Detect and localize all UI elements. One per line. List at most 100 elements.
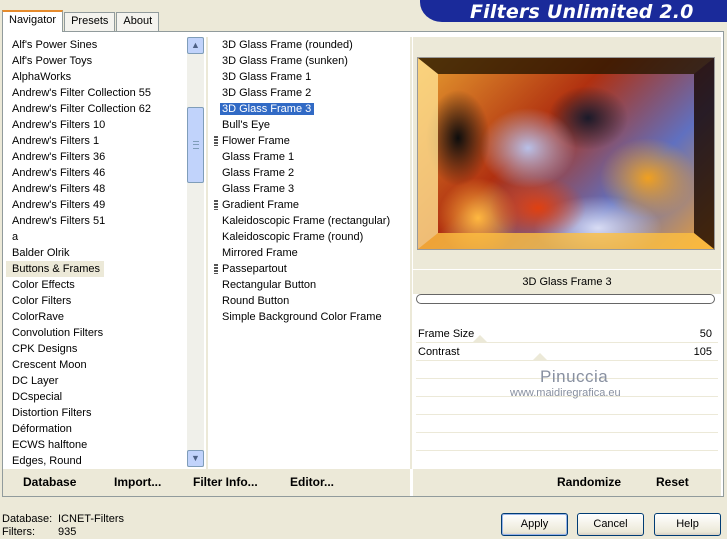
category-label: Andrew's Filter Collection 55 xyxy=(12,87,152,99)
submenu-marker-icon xyxy=(214,200,218,210)
param-contrast[interactable]: Contrast 105 xyxy=(416,344,718,361)
filter-item[interactable]: Flower Frame xyxy=(214,133,408,149)
filter-item[interactable]: 3D Glass Frame 1 xyxy=(214,69,408,85)
slider-thumb-icon[interactable] xyxy=(472,335,488,343)
apply-button[interactable]: Apply xyxy=(501,513,568,536)
tab-about[interactable]: About xyxy=(116,12,160,32)
tab-navigator[interactable]: Navigator xyxy=(2,10,64,32)
category-label: Andrew's Filters 48 xyxy=(12,183,106,195)
filter-item[interactable]: Kaleidoscopic Frame (round) xyxy=(214,229,408,245)
category-label: Déformation xyxy=(12,423,72,435)
param-frame-size[interactable]: Frame Size 50 xyxy=(416,326,718,343)
import-button[interactable]: Import... xyxy=(114,475,161,489)
preview-divider xyxy=(410,37,412,469)
filter-item[interactable]: Glass Frame 1 xyxy=(214,149,408,165)
category-item[interactable]: Andrew's Filters 49 xyxy=(6,197,186,213)
filter-item[interactable]: Glass Frame 3 xyxy=(214,181,408,197)
filter-item[interactable]: 3D Glass Frame 2 xyxy=(214,85,408,101)
filter-item[interactable]: Bull's Eye xyxy=(214,117,408,133)
param-value: 105 xyxy=(693,346,712,358)
right-toolbar: Randomize Reset xyxy=(413,469,721,496)
category-list[interactable]: Alf's Power Sines Alf's Power Toys AlphaWo… xyxy=(6,37,186,469)
category-item[interactable]: Andrew's Filters 10 xyxy=(6,117,186,133)
selected-filter-name: 3D Glass Frame 3 xyxy=(413,270,721,294)
filter-list[interactable]: 3D Glass Frame (rounded) 3D Glass Frame (… xyxy=(214,37,408,469)
category-item[interactable]: ECWS halftone xyxy=(6,437,186,453)
category-label: Andrew's Filters 49 xyxy=(12,199,106,211)
filters-count: 935 xyxy=(58,526,77,538)
category-item[interactable]: Andrew's Filter Collection 55 xyxy=(6,85,186,101)
filters-label: Filters: xyxy=(2,526,35,538)
param-label: Contrast xyxy=(418,346,460,358)
filter-item[interactable]: 3D Glass Frame (rounded) xyxy=(214,37,408,53)
randomize-button[interactable]: Randomize xyxy=(557,475,621,489)
watermark-title: Pinuccia xyxy=(540,367,609,386)
preview-image[interactable] xyxy=(417,57,715,250)
watermark-url: www.maidiregrafica.eu xyxy=(510,387,621,399)
category-item[interactable]: Andrew's Filters 1 xyxy=(6,133,186,149)
filter-item[interactable]: Simple Background Color Frame xyxy=(214,309,408,325)
category-item[interactable]: Edges, Round xyxy=(6,453,186,469)
scroll-up-icon[interactable]: ▲ xyxy=(187,37,204,54)
filter-label: Glass Frame 1 xyxy=(222,151,295,163)
category-label: Convolution Filters xyxy=(12,327,104,339)
category-scrollbar[interactable]: ▲ ▼ xyxy=(187,37,204,467)
category-item[interactable]: Andrew's Filter Collection 62 xyxy=(6,101,186,117)
slider-thumb-icon[interactable] xyxy=(532,353,548,361)
category-item[interactable]: Andrew's Filters 36 xyxy=(6,149,186,165)
left-toolbar: Database Import... Filter Info... Editor… xyxy=(3,469,410,496)
filter-label: Flower Frame xyxy=(222,135,290,147)
filter-item[interactable]: Kaleidoscopic Frame (rectangular) xyxy=(214,213,408,229)
filter-item[interactable]: Mirrored Frame xyxy=(214,245,408,261)
category-item[interactable]: AlphaWorks xyxy=(6,69,186,85)
cancel-button[interactable]: Cancel xyxy=(577,513,644,536)
scroll-thumb[interactable] xyxy=(187,107,204,183)
category-item[interactable]: Alf's Power Sines xyxy=(6,37,186,53)
submenu-marker-icon xyxy=(214,264,218,274)
category-item[interactable]: Crescent Moon xyxy=(6,357,186,373)
filter-item[interactable]: 3D Glass Frame 3 xyxy=(214,101,408,117)
filter-label: Bull's Eye xyxy=(222,119,270,131)
filter-label: 3D Glass Frame 2 xyxy=(222,87,312,99)
preview-frame xyxy=(418,58,714,249)
filter-label: Gradient Frame xyxy=(222,199,300,211)
category-item[interactable]: Buttons & Frames xyxy=(6,261,186,277)
category-item[interactable]: DC Layer xyxy=(6,373,186,389)
filter-item[interactable]: 3D Glass Frame (sunken) xyxy=(214,53,408,69)
filter-item[interactable]: Passepartout xyxy=(214,261,408,277)
category-item[interactable]: CPK Designs xyxy=(6,341,186,357)
category-item[interactable]: ColorRave xyxy=(6,309,186,325)
reset-button[interactable]: Reset xyxy=(656,475,689,489)
category-item[interactable]: Balder Olrik xyxy=(6,245,186,261)
filter-info-button[interactable]: Filter Info... xyxy=(193,475,258,489)
category-item[interactable]: Andrew's Filters 51 xyxy=(6,213,186,229)
category-label: Color Effects xyxy=(12,279,75,291)
category-label: Buttons & Frames xyxy=(6,261,105,277)
category-item[interactable]: DCspecial xyxy=(6,389,186,405)
help-button[interactable]: Help xyxy=(654,513,721,536)
database-button[interactable]: Database xyxy=(23,475,76,489)
category-item[interactable]: a xyxy=(6,229,186,245)
category-item[interactable]: Déformation xyxy=(6,421,186,437)
category-item[interactable]: Distortion Filters xyxy=(6,405,186,421)
filter-item[interactable]: Gradient Frame xyxy=(214,197,408,213)
filter-item[interactable]: Glass Frame 2 xyxy=(214,165,408,181)
category-item[interactable]: Convolution Filters xyxy=(6,325,186,341)
editor-button[interactable]: Editor... xyxy=(290,475,334,489)
category-item[interactable]: Andrew's Filters 46 xyxy=(6,165,186,181)
scroll-down-icon[interactable]: ▼ xyxy=(187,450,204,467)
category-label: ColorRave xyxy=(12,311,64,323)
category-item[interactable]: Andrew's Filters 48 xyxy=(6,181,186,197)
category-item[interactable]: Alf's Power Toys xyxy=(6,53,186,69)
tab-presets[interactable]: Presets xyxy=(64,12,116,32)
filter-label: Glass Frame 2 xyxy=(222,167,295,179)
filter-item[interactable]: Rectangular Button xyxy=(214,277,408,293)
category-label: Distortion Filters xyxy=(12,407,92,419)
filter-item[interactable]: Round Button xyxy=(214,293,408,309)
status-info: Database: ICNET-Filters Filters: 935 xyxy=(2,513,124,539)
filter-label: 3D Glass Frame 1 xyxy=(222,71,312,83)
category-item[interactable]: Color Filters xyxy=(6,293,186,309)
category-item[interactable]: Color Effects xyxy=(6,277,186,293)
param-value: 50 xyxy=(699,328,712,340)
category-label: Andrew's Filters 46 xyxy=(12,167,106,179)
